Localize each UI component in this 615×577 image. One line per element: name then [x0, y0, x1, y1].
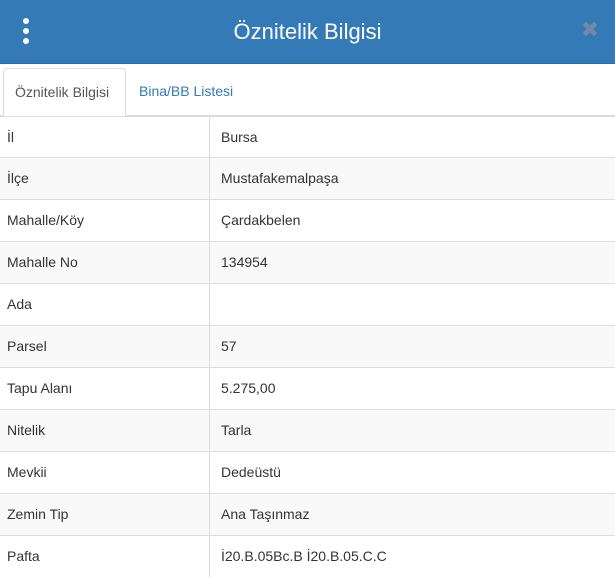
attribute-label: İlçe: [0, 158, 210, 199]
attribute-label: Zemin Tip: [0, 494, 210, 535]
attribute-value: [210, 284, 615, 325]
attribute-value: Dedeüstü: [221, 464, 281, 480]
table-row: Ada: [0, 284, 615, 326]
attribute-label: Mahalle No: [0, 242, 210, 283]
table-row: Parsel 57: [0, 326, 615, 368]
attribute-label: Mahalle/Köy: [0, 200, 210, 241]
attribute-value: 134954: [221, 254, 268, 270]
table-row: Nitelik Tarla: [0, 410, 615, 452]
table-row: Pafta İ20.B.05Bc.B İ20.B.05.C.C: [0, 536, 615, 577]
attribute-value: Tarla: [221, 422, 252, 438]
attribute-value: İ20.B.05Bc.B İ20.B.05.C.C: [221, 548, 387, 564]
attribute-value: Ana Taşınmaz: [221, 506, 310, 522]
attribute-value: 57: [221, 338, 237, 354]
tab-bar: Öznitelik Bilgisi Bina/BB Listesi: [0, 64, 615, 116]
modal-title: Öznitelik Bilgisi: [233, 19, 382, 44]
attribute-label: Tapu Alanı: [0, 368, 210, 409]
table-row: Tapu Alanı 5.275,00: [0, 368, 615, 410]
attribute-value: Çardakbelen: [221, 212, 301, 228]
attribute-label: Mevkii: [0, 452, 210, 493]
attribute-label: Parsel: [0, 326, 210, 367]
attribute-value: Mustafakemalpaşa: [221, 170, 339, 186]
tab-building-list[interactable]: Bina/BB Listesi: [128, 68, 244, 115]
table-row: Mahalle No 134954: [0, 242, 615, 284]
attribute-label: Ada: [0, 284, 210, 325]
attribute-table: İl Bursa İlçe Mustafakemalpaşa Mahalle/Köy Ça…: [0, 116, 615, 577]
table-row: İlçe Mustafakemalpaşa: [0, 158, 615, 200]
tab-attribute-info[interactable]: Öznitelik Bilgisi: [3, 68, 126, 116]
attribute-label: Pafta: [0, 536, 210, 577]
attribute-value: 5.275,00: [221, 380, 276, 396]
table-row: İl Bursa: [0, 116, 615, 158]
table-row: Zemin Tip Ana Taşınmaz: [0, 494, 615, 536]
table-row: Mahalle/Köy Çardakbelen: [0, 200, 615, 242]
attribute-label: Nitelik: [0, 410, 210, 451]
table-row: Mevkii Dedeüstü: [0, 452, 615, 494]
attribute-value: Bursa: [221, 129, 258, 145]
modal-header: Öznitelik Bilgisi ✖: [0, 0, 615, 64]
close-icon[interactable]: ✖: [579, 20, 601, 42]
attribute-label: İl: [0, 117, 210, 157]
